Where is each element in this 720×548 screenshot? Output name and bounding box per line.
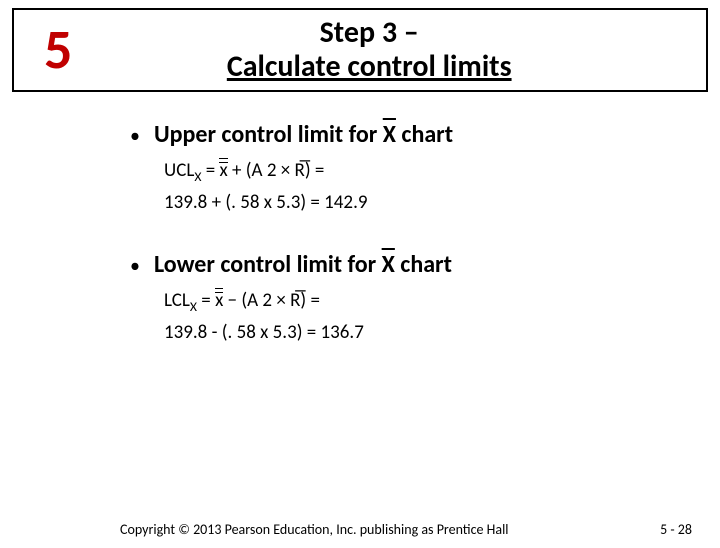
lower-formula-symbolic: LCLX = x − (A 2 × R̅) = xyxy=(164,289,580,315)
bullet-icon: • xyxy=(130,126,140,146)
upper-formula-symbolic: UCLX = x + (A 2 × R̅) = xyxy=(164,159,580,185)
lower-heading-suffix: chart xyxy=(395,250,452,279)
copyright-text: Copyright © 2013 Pearson Education, Inc.… xyxy=(120,521,509,538)
xdoublebar-symbol: x xyxy=(219,159,227,182)
xbar-symbol: X xyxy=(382,250,395,279)
xbar-symbol: X xyxy=(383,120,396,149)
title-line1: Step 3 – xyxy=(320,14,419,51)
upper-heading: Upper control limit for X chart xyxy=(154,120,453,149)
bullet-icon: • xyxy=(130,256,140,276)
title-line2: Calculate control limits xyxy=(227,48,512,85)
footer: Copyright © 2013 Pearson Education, Inc.… xyxy=(0,521,720,538)
upper-heading-row: • Upper control limit for X chart xyxy=(130,120,580,149)
content-area: • Upper control limit for X chart UCLX =… xyxy=(0,92,580,344)
upper-heading-suffix: chart xyxy=(396,120,453,149)
xdoublebar-symbol: x xyxy=(215,289,223,312)
slide-title: Step 3 – Calculate control limits xyxy=(92,16,706,85)
lcl-rhs: − (A 2 × R̅) = xyxy=(223,289,320,312)
title-box: 5 Step 3 – Calculate control limits xyxy=(12,8,708,92)
ucl-rhs: + (A 2 × R̅) = xyxy=(228,159,325,182)
upper-formula-numeric: 139.8 + (. 58 x 5.3) = 142.9 xyxy=(164,191,580,214)
ucl-sub: X xyxy=(194,168,201,185)
ucl-lhs: UCL xyxy=(164,159,194,182)
page-number: 5 - 28 xyxy=(660,521,692,538)
lcl-sub: X xyxy=(190,298,197,315)
lcl-lhs: LCL xyxy=(164,289,190,312)
upper-heading-prefix: Upper control limit for xyxy=(154,120,383,149)
step-number: 5 xyxy=(14,22,92,78)
lower-formula-numeric: 139.8 - (. 58 x 5.3) = 136.7 xyxy=(164,321,580,344)
lower-heading-prefix: Lower control limit for xyxy=(154,250,382,279)
lower-heading-row: • Lower control limit for X chart xyxy=(130,250,580,279)
lower-heading: Lower control limit for X chart xyxy=(154,250,452,279)
